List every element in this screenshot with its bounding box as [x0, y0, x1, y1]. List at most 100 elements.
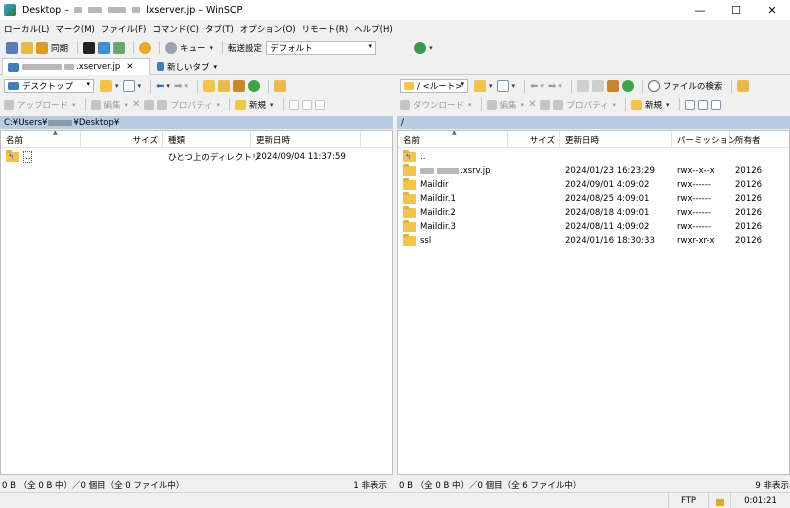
open-folder-icon[interactable] [474, 80, 486, 92]
menu-local[interactable]: ローカル(L) [4, 23, 49, 35]
forward-icon: ➡ [173, 80, 183, 92]
column-size[interactable]: サイズ [81, 131, 163, 148]
menu-tab[interactable]: タブ(T) [205, 23, 234, 35]
column-size[interactable]: サイズ [508, 131, 560, 148]
edit-button: 編集 [499, 100, 517, 111]
table-row[interactable]: Maildir.2 2024/08/18 4:09:01 rwx------ 2… [398, 206, 789, 220]
remote-nav-toolbar: / <ルート> ▾ ▾ ▾ ⬅ ▾ ➡ ▾ ファイルの検索 [400, 78, 790, 94]
menu-remote[interactable]: リモート(R) [302, 23, 349, 35]
refresh-icon[interactable] [621, 80, 634, 92]
transfer-preset-select[interactable]: デフォルト ▾ [266, 40, 377, 55]
remote-location-select[interactable]: / <ルート> ▾ [400, 79, 468, 93]
putty-icon[interactable] [98, 41, 111, 54]
table-row[interactable]: .xsrv.jp 2024/01/23 16:23:29 rwx--x--x 2… [398, 164, 789, 178]
column-type[interactable]: 種類 [163, 131, 251, 148]
table-row[interactable]: Maildir.1 2024/08/25 4:09:01 rwx------ 2… [398, 192, 789, 206]
new-tab-dropdown-icon[interactable]: ▾ [213, 63, 217, 71]
queue-icon[interactable] [165, 41, 178, 54]
bookmarks-icon[interactable] [737, 80, 750, 92]
gear-icon[interactable] [139, 41, 152, 54]
synchronize-browsing-icon[interactable] [21, 41, 33, 54]
properties-button: プロパティ [566, 100, 609, 111]
find-files-button[interactable]: ファイルの検索 [663, 80, 723, 92]
table-row[interactable]: Maildir.3 2024/08/11 4:09:02 rwx------ 2… [398, 220, 789, 234]
synchronize-icon[interactable] [36, 41, 48, 54]
minus-icon [301, 99, 312, 110]
column-modified[interactable]: 更新日時 [560, 131, 672, 148]
protocol-indicator: FTP [668, 493, 708, 508]
filter-icon[interactable] [122, 80, 135, 92]
new-button[interactable]: 新規 [249, 99, 266, 111]
upload-icon [4, 99, 14, 110]
new-button[interactable]: 新規 [645, 99, 662, 111]
table-row[interactable]: ssl 2024/01/16 18:30:33 rwxr-xr-x 20126 [398, 234, 789, 248]
parent-directory-icon[interactable] [202, 80, 215, 92]
menu-file[interactable]: ファイル(F) [101, 23, 147, 35]
queue-button[interactable]: キュー [180, 42, 206, 54]
home-icon[interactable] [606, 80, 619, 92]
lock-icon[interactable] [708, 493, 730, 508]
menu-command[interactable]: コマンド(C) [152, 23, 199, 35]
globe-icon[interactable] [414, 41, 427, 54]
local-location-select[interactable]: デスクトップ ▾ [4, 79, 94, 93]
menu-mark[interactable]: マーク(M) [55, 23, 94, 35]
table-row[interactable]: ↰ .. ひとつ上のディレクトリ 2024/09/04 11:37:59 [1, 150, 392, 164]
home-icon[interactable] [232, 80, 245, 92]
plus-icon [288, 99, 299, 110]
edit-icon [90, 99, 101, 110]
tab-session[interactable]: .xserver.jp ✕ [2, 58, 150, 75]
minus-icon[interactable] [697, 99, 708, 110]
select-filter-icon[interactable] [710, 99, 721, 110]
column-modified[interactable]: 更新日時 [251, 131, 361, 148]
main-toolbar: 同期 キュー ▾ 転送設定 デフォルト ▾ ▾ [0, 39, 790, 56]
console-icon[interactable] [83, 41, 96, 54]
delete-icon: ✕ [132, 99, 141, 110]
root-directory-icon[interactable] [217, 80, 230, 92]
window-title: Desktop – lxserver.jp – WinSCP [22, 4, 243, 16]
new-folder-icon[interactable] [630, 99, 642, 110]
maximize-button[interactable]: ☐ [718, 0, 754, 20]
remote-file-list[interactable]: 名前 ▲ サイズ 更新日時 パーミッション 所有者 ↰ .. .xsrv.jp … [397, 130, 790, 475]
session-icon[interactable] [113, 41, 126, 54]
remote-column-header: 名前 ▲ サイズ 更新日時 パーミッション 所有者 [398, 131, 789, 148]
folder-icon [403, 178, 416, 190]
close-tab-icon[interactable]: ✕ [126, 62, 133, 72]
bookmarks-icon[interactable] [273, 80, 286, 92]
open-folder-icon[interactable] [100, 80, 112, 92]
local-nav-toolbar: デスクトップ ▾ ▾ ▾ ⬅ ▾ ➡ ▾ [0, 78, 393, 94]
column-name[interactable]: 名前 ▲ [398, 131, 508, 148]
back-icon[interactable]: ⬅ [156, 81, 164, 92]
filter-icon[interactable] [496, 80, 509, 92]
menu-options[interactable]: オプション(O) [240, 23, 296, 35]
edit-button: 編集 [103, 100, 121, 111]
compare-directories-icon[interactable] [6, 41, 18, 54]
new-folder-icon[interactable] [234, 99, 246, 110]
minimize-button[interactable]: — [682, 0, 718, 20]
menu-help[interactable]: ヘルプ(H) [354, 23, 393, 35]
root-directory-icon [591, 80, 604, 92]
queue-dropdown-icon[interactable]: ▾ [210, 44, 214, 52]
refresh-icon[interactable] [247, 80, 260, 92]
transfer-settings-label: 転送設定 [228, 43, 263, 54]
table-row[interactable]: ↰ .. [398, 150, 789, 164]
close-window-button[interactable]: ✕ [754, 0, 790, 20]
column-owner[interactable]: 所有者 [730, 131, 789, 148]
back-icon: ⬅ [530, 80, 539, 92]
sync-button[interactable]: 同期 [51, 42, 68, 54]
column-permissions[interactable]: パーミッション [672, 131, 737, 148]
new-tab-icon [157, 62, 164, 71]
column-name[interactable]: 名前 ▲ [1, 131, 81, 148]
folder-icon [403, 192, 416, 204]
parent-folder-icon: ↰ [403, 150, 416, 162]
rename-icon [540, 99, 551, 110]
plus-icon[interactable] [684, 99, 695, 110]
folder-icon [404, 82, 414, 90]
search-icon[interactable] [647, 80, 660, 92]
table-row[interactable]: Maildir 2024/09/01 4:09:02 rwx------ 201… [398, 178, 789, 192]
tab-new[interactable]: 新しいタブ ▾ [152, 58, 222, 75]
chevron-down-icon: ▾ [368, 41, 373, 50]
globe-dropdown-icon[interactable]: ▾ [429, 44, 433, 52]
folder-icon [403, 234, 416, 246]
local-status: 0 B （全 0 B 中）／0 個目（全 0 ファイル中） 1 非表示 [2, 481, 387, 491]
local-file-list[interactable]: 名前 ▲ サイズ 種類 更新日時 ↰ .. ひとつ上のディレクトリ 2024/0… [0, 130, 393, 475]
